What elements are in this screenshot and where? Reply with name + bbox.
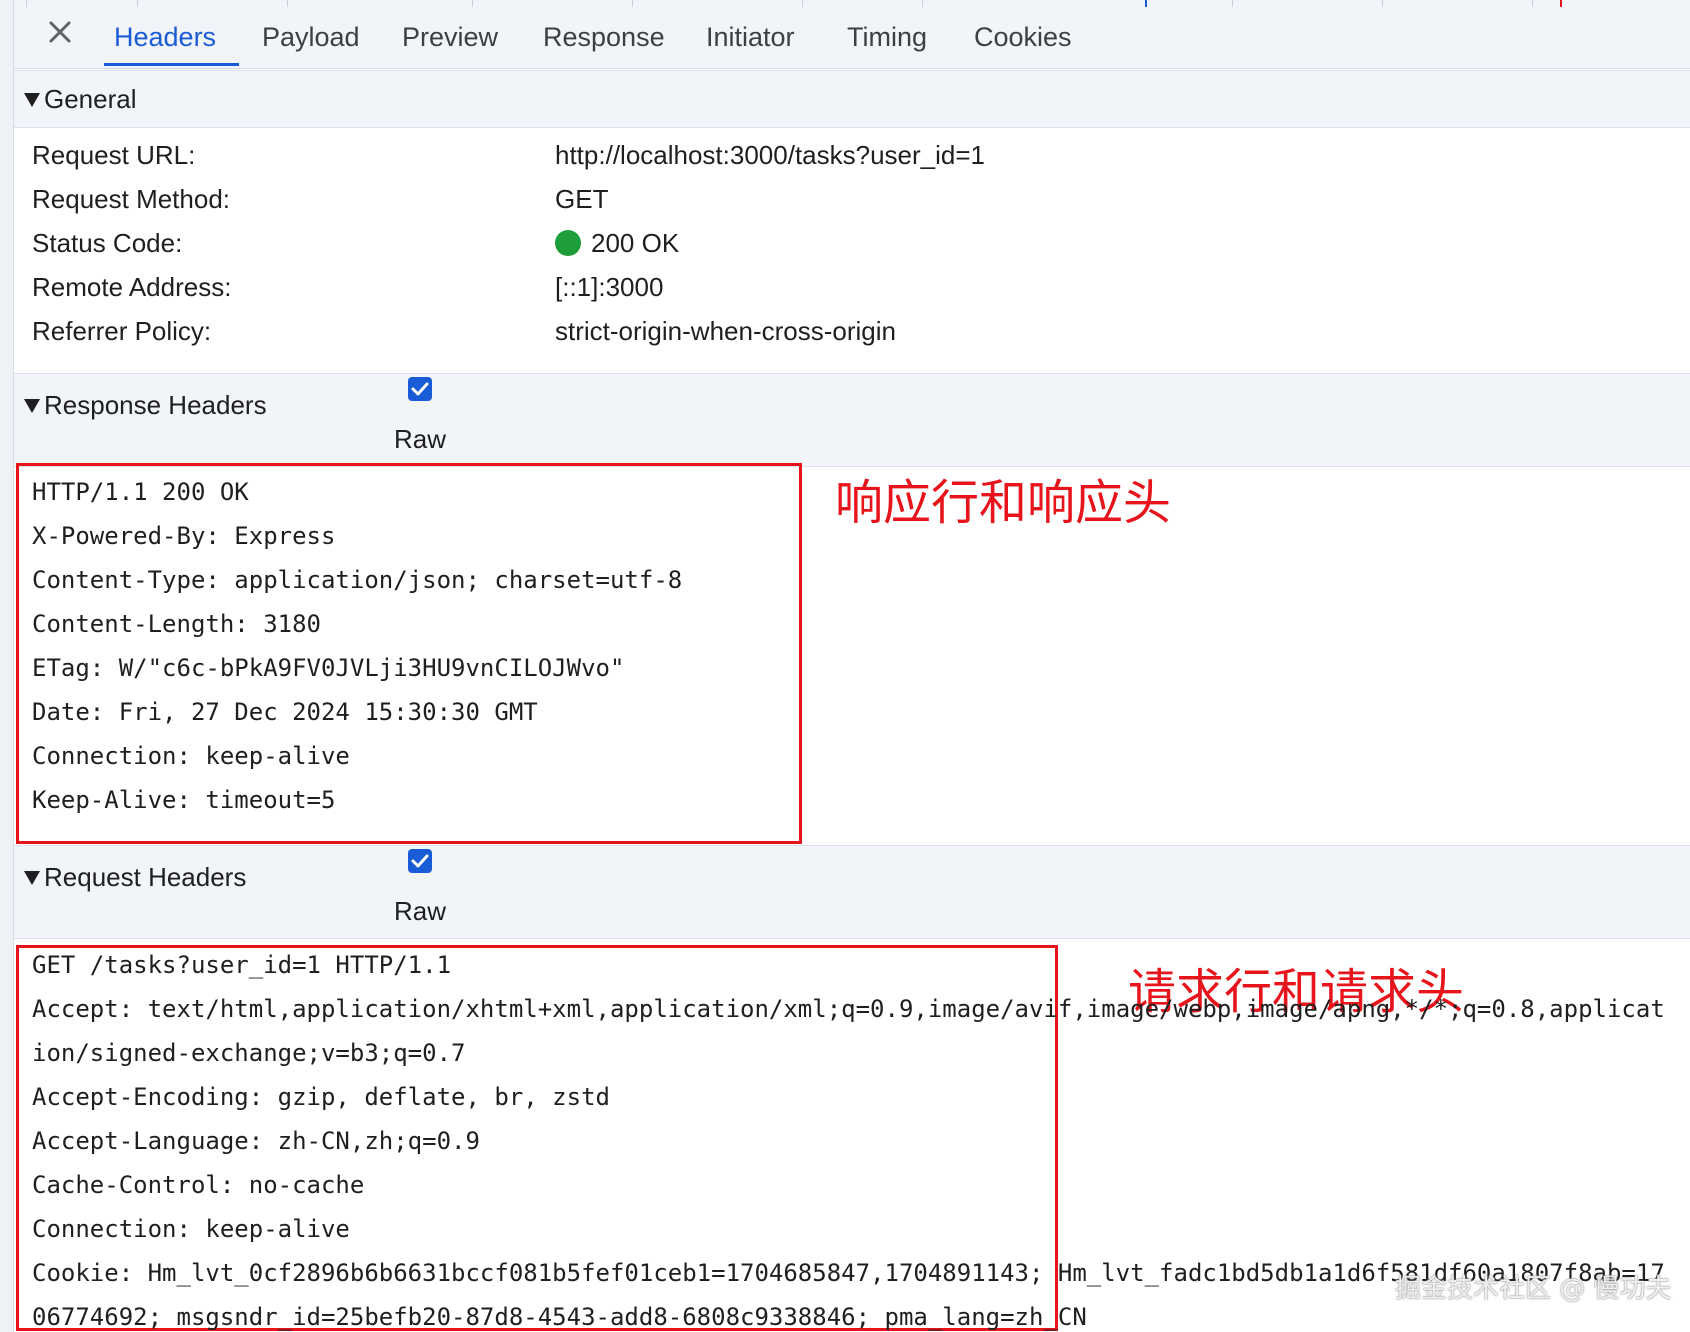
tab-timing[interactable]: Timing (847, 0, 927, 66)
response-header-line: Content-Type: application/json; charset=… (32, 566, 683, 594)
close-icon[interactable] (42, 14, 78, 50)
response-annotation-label: 响应行和响应头 (835, 475, 1172, 531)
response-header-line: Content-Length: 3180 (32, 610, 321, 638)
request-url-label: Request URL: (32, 140, 196, 170)
request-header-line: Cache-Control: no-cache (32, 1171, 365, 1199)
devtools-network-headers-panel: Headers Payload Preview Response Initiat… (0, 0, 1690, 1332)
request-raw-label[interactable]: Raw (394, 896, 446, 927)
left-gutter (0, 0, 14, 1332)
expand-triangle-icon (24, 93, 40, 107)
request-header-line: Accept-Encoding: gzip, deflate, br, zstd (32, 1083, 610, 1111)
response-header-line: X-Powered-By: Express (32, 522, 336, 550)
request-header-line: 06774692; msgsndr_id=25befb20-87d8-4543-… (32, 1303, 1087, 1331)
tab-preview[interactable]: Preview (402, 0, 498, 66)
status-ok-icon (555, 230, 581, 256)
request-header-line: Accept: text/html,application/xhtml+xml,… (32, 995, 1665, 1023)
request-method-value: GET (555, 184, 609, 214)
general-title: General (44, 84, 137, 114)
response-header-line: Date: Fri, 27 Dec 2024 15:30:30 GMT (32, 698, 538, 726)
response-header-line: Keep-Alive: timeout=5 (32, 786, 336, 814)
response-header-line: HTTP/1.1 200 OK (32, 478, 249, 506)
request-header-line: ion/signed-exchange;v=b3;q=0.7 (32, 1039, 466, 1067)
active-tab-indicator (104, 63, 239, 66)
request-header-line: GET /tasks?user_id=1 HTTP/1.1 (32, 951, 452, 979)
tab-payload[interactable]: Payload (262, 0, 360, 66)
response-headers-section-header[interactable]: Response Headers Raw (14, 373, 1690, 467)
response-header-line: Connection: keep-alive (32, 742, 350, 770)
request-headers-title: Request Headers (44, 862, 247, 892)
request-headers-section-header[interactable]: Request Headers Raw (14, 845, 1690, 939)
remote-address-label: Remote Address: (32, 272, 232, 302)
request-header-line: Connection: keep-alive (32, 1215, 350, 1243)
tab-response[interactable]: Response (543, 0, 665, 66)
tab-cookies[interactable]: Cookies (974, 0, 1072, 66)
request-raw-checkbox[interactable] (408, 849, 432, 873)
referrer-policy-label: Referrer Policy: (32, 316, 212, 346)
request-method-label: Request Method: (32, 184, 231, 214)
response-raw-label[interactable]: Raw (394, 424, 446, 455)
remote-address-value: [::1]:3000 (555, 272, 664, 302)
referrer-policy-value: strict-origin-when-cross-origin (555, 316, 896, 346)
request-url-value: http://localhost:3000/tasks?user_id=1 (555, 140, 986, 170)
expand-triangle-icon (24, 871, 40, 885)
status-code-text: 200 OK (591, 228, 680, 258)
tab-bar: Headers Payload Preview Response Initiat… (14, 0, 1690, 69)
response-raw-checkbox[interactable] (408, 377, 432, 401)
request-header-line: Accept-Language: zh-CN,zh;q=0.9 (32, 1127, 480, 1155)
watermark: 掘金技术社区 @ 慢功夫 (1395, 1274, 1672, 1304)
status-code-value: 200 OK (555, 228, 679, 259)
response-headers-title: Response Headers (44, 390, 267, 420)
expand-triangle-icon (24, 399, 40, 413)
tab-headers[interactable]: Headers (114, 0, 216, 66)
status-code-label: Status Code: (32, 228, 183, 258)
response-header-line: ETag: W/"c6c-bPkA9FV0JVLji3HU9vnCILOJWvo… (32, 654, 625, 682)
tab-initiator[interactable]: Initiator (706, 0, 795, 66)
general-section-header[interactable]: General (14, 70, 1690, 128)
